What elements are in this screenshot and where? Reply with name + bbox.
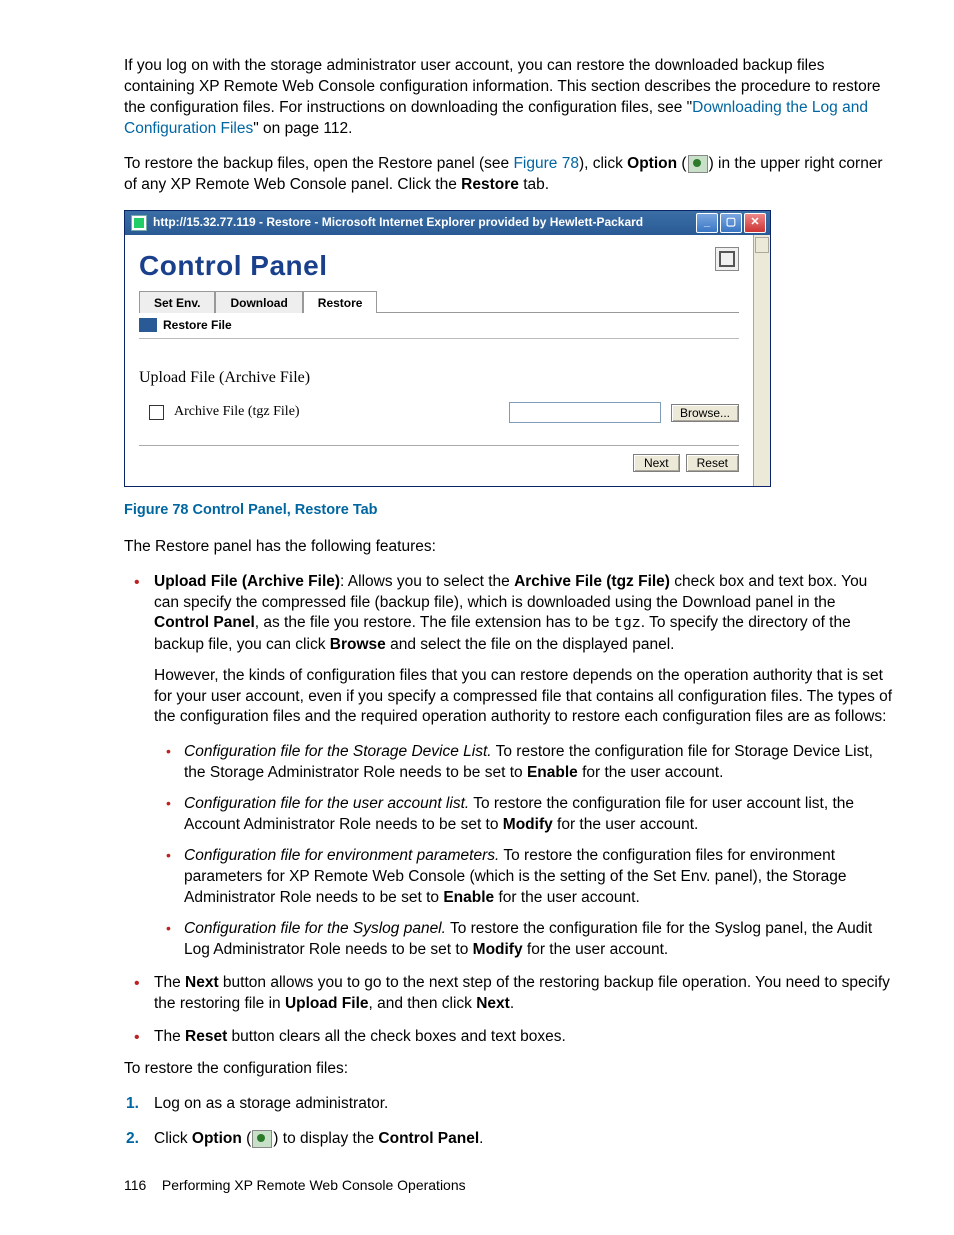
tab-set-env[interactable]: Set Env. — [139, 291, 215, 313]
step-2: Click Option ( ) to display the Control P… — [124, 1129, 894, 1150]
subtab-restore-file: Restore File — [163, 317, 232, 333]
text: . — [479, 1130, 483, 1147]
features-intro: The Restore panel has the following feat… — [124, 537, 894, 558]
text: ) to display the — [273, 1130, 378, 1147]
list-item: Configuration file for the Storage Devic… — [154, 742, 894, 784]
option-icon — [252, 1130, 272, 1148]
subtab-row: Restore File — [139, 317, 739, 333]
option-icon — [688, 155, 708, 173]
text: for the user account. — [523, 941, 669, 958]
control-panel-heading-row: Control Panel — [139, 247, 739, 285]
close-button[interactable]: ✕ — [744, 213, 766, 233]
reset-button[interactable]: Reset — [686, 454, 739, 472]
next-button[interactable]: Next — [633, 454, 680, 472]
text: for the user account. — [553, 816, 699, 833]
text: Click — [154, 1130, 192, 1147]
text: Log on as a storage administrator. — [154, 1095, 388, 1112]
cp-tabs: Set Env. Download Restore — [139, 290, 739, 313]
features-list: Upload File (Archive File): Allows you t… — [124, 572, 894, 1048]
text: Option — [192, 1130, 242, 1147]
list-item: Upload File (Archive File): Allows you t… — [124, 572, 894, 961]
text: Control Panel — [378, 1130, 479, 1147]
text: . — [510, 995, 514, 1012]
restore-label: Restore — [461, 176, 519, 193]
text: Configuration file for the Syslog panel. — [184, 920, 446, 937]
browse-button[interactable]: Browse... — [671, 404, 739, 422]
figure-caption: Figure 78 Control Panel, Restore Tab — [124, 501, 894, 521]
scrollbar[interactable] — [753, 235, 770, 487]
text: button allows you to go to the next step… — [154, 974, 890, 1012]
text: Control Panel — [154, 614, 255, 631]
intro-paragraph-1: If you log on with the storage administr… — [124, 56, 894, 140]
steps-list: Log on as a storage administrator. Click… — [124, 1094, 894, 1150]
tab-download[interactable]: Download — [215, 291, 302, 313]
list-item: Configuration file for environment param… — [154, 846, 894, 909]
text: The — [154, 974, 185, 991]
page-number: 116 — [124, 1177, 146, 1193]
text: ( — [242, 1130, 251, 1147]
text: and select the file on the displayed pan… — [386, 636, 675, 653]
sub-list: Configuration file for the Storage Devic… — [154, 742, 894, 960]
ie-app-icon — [131, 215, 147, 231]
archive-file-path-input[interactable] — [509, 402, 661, 423]
text: The — [154, 1028, 185, 1045]
upload-file-row: Archive File (tgz File) Browse... — [139, 398, 739, 433]
steps-intro: To restore the configuration files: — [124, 1059, 894, 1080]
text: Upload File (Archive File) — [154, 573, 340, 590]
text: ( — [677, 155, 686, 172]
text: , as the file you restore. The file exte… — [255, 614, 614, 631]
text: Enable — [527, 764, 578, 781]
text: button clears all the check boxes and te… — [227, 1028, 566, 1045]
chapter-title: Performing XP Remote Web Console Operati… — [162, 1177, 466, 1193]
minimize-button[interactable]: _ — [696, 213, 718, 233]
link-figure-78[interactable]: Figure 78 — [513, 155, 578, 172]
text: However, the kinds of configuration file… — [154, 666, 894, 729]
ie-window: http://15.32.77.119 - Restore - Microsof… — [124, 210, 771, 488]
text: ), click — [579, 155, 627, 172]
option-icon-button[interactable] — [715, 247, 739, 271]
option-label: Option — [627, 155, 677, 172]
intro-paragraph-2: To restore the backup files, open the Re… — [124, 154, 894, 196]
text: , and then click — [369, 995, 477, 1012]
text: Reset — [185, 1028, 227, 1045]
text: Next — [185, 974, 219, 991]
control-panel-title: Control Panel — [139, 247, 328, 285]
archive-file-checkbox[interactable] — [149, 405, 164, 420]
step-1: Log on as a storage administrator. — [124, 1094, 894, 1115]
ie-window-title: http://15.32.77.119 - Restore - Microsof… — [153, 214, 690, 230]
list-item: Configuration file for the user account … — [154, 794, 894, 836]
divider — [139, 338, 739, 339]
text: : Allows you to select the — [340, 573, 514, 590]
ie-titlebar: http://15.32.77.119 - Restore - Microsof… — [125, 211, 770, 235]
text: for the user account. — [578, 764, 724, 781]
figure-78-screenshot: http://15.32.77.119 - Restore - Microsof… — [124, 210, 894, 488]
code: tgz — [614, 615, 641, 632]
maximize-button[interactable]: ▢ — [720, 213, 742, 233]
upload-file-section-title: Upload File (Archive File) — [139, 367, 739, 389]
text: for the user account. — [494, 889, 640, 906]
archive-file-label: Archive File (tgz File) — [174, 403, 300, 422]
list-item: Configuration file for the Syslog panel.… — [154, 919, 894, 961]
text: Enable — [443, 889, 494, 906]
list-item: The Reset button clears all the check bo… — [124, 1027, 894, 1048]
text: Configuration file for the Storage Devic… — [184, 743, 492, 760]
text: Upload File — [285, 995, 369, 1012]
text: Modify — [503, 816, 553, 833]
text: Next — [476, 995, 510, 1012]
text: To restore the backup files, open the Re… — [124, 155, 513, 172]
ie-content: Control Panel Set Env. Download Restore … — [125, 235, 753, 487]
text: " on page 112. — [253, 120, 352, 137]
subtab-swatch — [139, 318, 157, 332]
page-footer: 116 Performing XP Remote Web Console Ope… — [124, 1176, 466, 1195]
divider — [139, 445, 739, 446]
text: tab. — [519, 176, 549, 193]
tab-restore[interactable]: Restore — [303, 291, 378, 313]
text: Modify — [473, 941, 523, 958]
text: Configuration file for the user account … — [184, 795, 469, 812]
text: Browse — [330, 636, 386, 653]
list-item: The Next button allows you to go to the … — [124, 973, 894, 1015]
text: Archive File (tgz File) — [514, 573, 670, 590]
text: Configuration file for environment param… — [184, 847, 499, 864]
